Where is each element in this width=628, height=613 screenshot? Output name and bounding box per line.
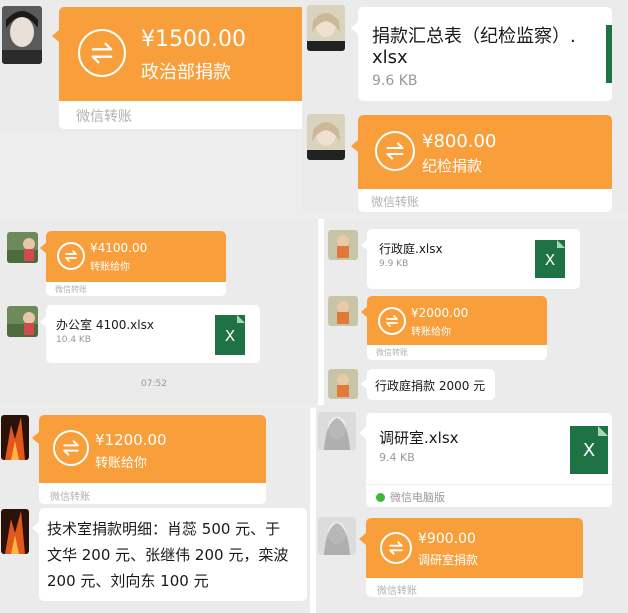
excel-file-icon [606,25,612,83]
message-bubble[interactable]: 技术室捐款明细：肖蕊 500 元、于 文华 200 元、张继伟 200 元，栾波… [39,508,307,601]
file-name: 捐款汇总表（纪检监察）. [372,26,576,47]
message-text-line: 文华 200 元、张继伟 200 元，栾波 [47,546,289,564]
transfer-footer: 微信转账 [50,492,90,503]
file-source: 微信电脑版 [390,491,445,504]
transfer-icon [53,430,89,466]
transfer-icon [78,29,126,77]
avatar[interactable] [7,232,38,263]
pc-wechat-icon [376,493,385,502]
source-divider [366,484,612,485]
avatar[interactable] [328,369,358,399]
message-text-line: 200 元、刘向东 100 元 [47,572,209,590]
excel-file-icon: X [215,315,245,355]
file-size: 9.9 KB [379,259,409,269]
file-card[interactable]: 捐款汇总表（纪检监察）. xlsx 9.6 KB [358,7,612,101]
transfer-icon [375,131,415,171]
avatar[interactable] [328,296,358,326]
message-text-line: 技术室捐款明细：肖蕊 500 元、于 [47,520,281,538]
transfer-amount: ¥800.00 [422,131,497,152]
transfer-note: 政治部捐款 [141,62,231,83]
file-name: 办公室 4100.xlsx [56,318,154,332]
transfer-note: 转账给你 [95,456,148,471]
chat-panel-bottom-right: 调研室.xlsx 9.4 KB X 微信电脑版 ¥900.00 调研室捐款 微信… [316,405,628,613]
avatar[interactable] [318,517,356,555]
file-size: 9.6 KB [372,73,418,89]
transfer-card[interactable]: ¥900.00 调研室捐款 微信转账 [366,518,583,597]
timestamp: 07:52 [141,379,167,389]
transfer-card[interactable]: ¥800.00 纪检捐款 微信转账 [358,115,612,212]
transfer-card[interactable]: ¥2000.00 转账给你 微信转账 [367,296,547,360]
excel-file-icon: X [535,240,565,278]
transfer-note: 转账给你 [90,262,130,273]
chat-panel-bottom-left: ¥1200.00 转账给你 微信转账 技术室捐款明细：肖蕊 500 元、于 文华… [0,408,310,613]
file-size: 10.4 KB [56,335,91,345]
file-name: 行政庭.xlsx [379,242,443,256]
transfer-amount: ¥1200.00 [95,431,167,449]
avatar[interactable] [1,415,29,460]
transfer-amount: ¥2000.00 [411,306,469,320]
bubble-tail [32,432,39,444]
transfer-footer: 微信转账 [371,195,420,209]
transfer-amount: ¥1500.00 [141,27,246,52]
transfer-note: 转账给你 [411,327,451,338]
transfer-note: 调研室捐款 [418,553,479,567]
avatar[interactable] [7,306,38,337]
transfer-icon [57,242,85,270]
chat-panel-top-left: ¥1500.00 政治部捐款 微信转账 [0,0,312,132]
transfer-footer: 微信转账 [376,348,408,357]
file-card[interactable]: 行政庭.xlsx 9.9 KB X [367,229,580,289]
avatar[interactable] [307,5,345,51]
transfer-icon [380,532,412,564]
transfer-card[interactable]: ¥4100.00 转账给你 微信转账 [46,231,226,296]
bubble-tail [359,533,366,545]
avatar[interactable] [328,230,358,260]
file-card[interactable]: 调研室.xlsx 9.4 KB X 微信电脑版 [366,413,612,507]
transfer-amount: ¥900.00 [418,531,476,547]
transfer-footer: 微信转账 [377,586,417,597]
chat-panel-top-right: 捐款汇总表（纪检监察）. xlsx 9.6 KB ¥800.00 纪检捐款 微信… [302,0,628,213]
bubble-tail [351,22,358,34]
file-name-continued: xlsx [372,47,408,68]
transfer-card[interactable]: ¥1200.00 转账给你 微信转账 [39,415,266,504]
chat-panel-mid-right: 行政庭.xlsx 9.9 KB X ¥2000.00 转账给你 微信转账 行政庭… [324,219,628,405]
avatar[interactable] [307,114,345,160]
message-text: 行政庭捐款 2000 元 [375,379,486,393]
bubble-tail [52,30,59,42]
transfer-footer: 微信转账 [76,109,132,125]
avatar[interactable] [318,412,356,450]
transfer-footer: 微信转账 [55,285,87,294]
transfer-icon [378,307,406,335]
bubble-tail [351,140,358,152]
chat-panel-mid-left: ¥4100.00 转账给你 微信转账 办公室 4100.xlsx 10.4 KB… [0,218,318,403]
transfer-amount: ¥4100.00 [90,241,148,255]
transfer-note: 纪检捐款 [422,157,483,175]
bubble-tail [32,522,39,534]
file-card[interactable]: 办公室 4100.xlsx 10.4 KB X [46,305,260,363]
avatar[interactable] [2,6,42,64]
message-bubble[interactable]: 行政庭捐款 2000 元 [367,369,495,400]
avatar[interactable] [1,509,29,554]
transfer-card[interactable]: ¥1500.00 政治部捐款 微信转账 [59,7,306,129]
excel-file-icon: X [570,426,608,474]
bubble-tail [359,427,366,439]
file-name: 调研室.xlsx [379,429,459,447]
file-size: 9.4 KB [379,451,415,464]
